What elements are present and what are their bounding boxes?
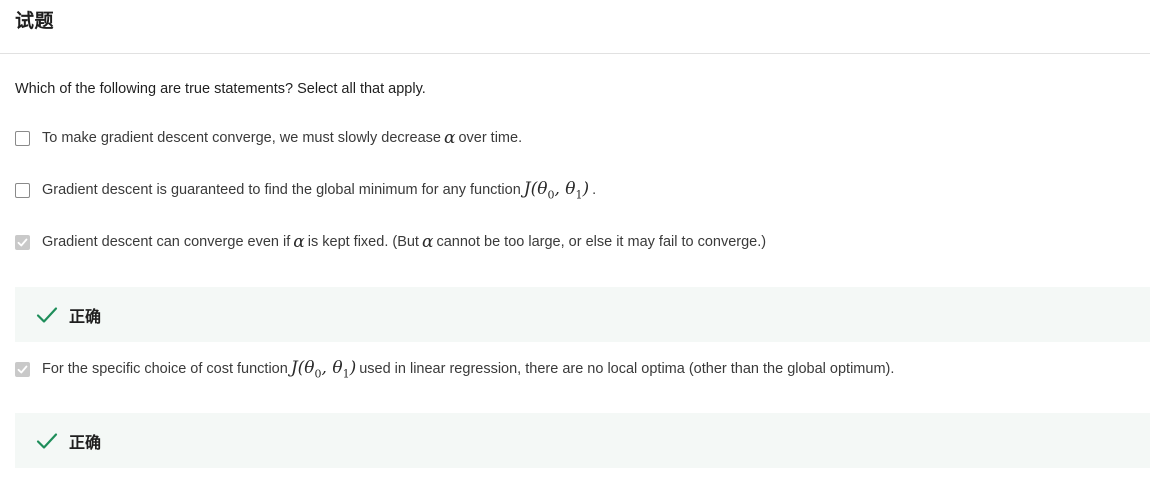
option-text: Gradient descent is guaranteed to find t… (42, 182, 521, 199)
math-cost-function: J(θ0, θ1) (290, 358, 357, 381)
answer-option-3[interactable]: Gradient descent can converge even if α … (15, 232, 766, 252)
checkmark-icon (17, 238, 28, 246)
option-text: over time. (458, 130, 523, 146)
math-alpha: α (443, 128, 456, 148)
checkmark-icon (17, 365, 28, 374)
feedback-label: 正确 (69, 308, 102, 326)
math-cost-function: J(θ0, θ1) (523, 179, 590, 202)
option-text: For the specific choice of cost function (42, 361, 288, 378)
checkbox-checked[interactable] (15, 361, 30, 377)
page-title: 试题 (15, 11, 55, 32)
option-text: To make gradient descent converge, we mu… (42, 130, 441, 146)
feedback-correct: 正确 (15, 413, 1150, 468)
feedback-label: 正确 (69, 434, 102, 452)
option-text: Gradient descent can converge even if (42, 234, 291, 250)
feedback-correct: 正确 (15, 287, 1150, 342)
answer-option-1[interactable]: To make gradient descent converge, we mu… (15, 128, 522, 148)
math-alpha: α (293, 232, 305, 252)
answer-option-2[interactable]: Gradient descent is guaranteed to find t… (15, 179, 596, 201)
checkmark-icon (36, 432, 58, 450)
option-text: used in linear regression, there are no … (359, 361, 895, 378)
question-prompt: Which of the following are true statemen… (15, 81, 426, 97)
checkbox-checked[interactable] (15, 234, 30, 250)
answer-option-4[interactable]: For the specific choice of cost function… (15, 358, 894, 380)
quiz-page: 试题 Which of the following are true state… (0, 0, 1150, 477)
option-text: . (592, 182, 597, 199)
page-header: 试题 (0, 0, 1150, 54)
checkmark-icon (36, 306, 58, 324)
checkbox-unchecked[interactable] (15, 182, 30, 198)
option-text: is kept fixed. (But (307, 234, 419, 250)
option-text: cannot be too large, or else it may fail… (436, 234, 767, 250)
math-alpha: α (421, 232, 434, 252)
checkbox-unchecked[interactable] (15, 130, 30, 146)
